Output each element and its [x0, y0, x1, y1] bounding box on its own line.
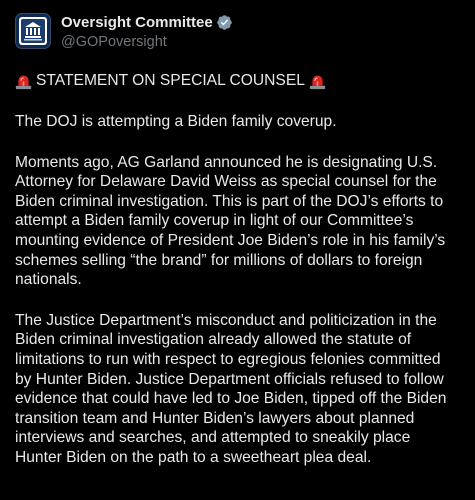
- siren-emoji-icon: [15, 73, 32, 90]
- display-name[interactable]: Oversight Committee: [61, 14, 213, 31]
- heading-text: STATEMENT ON SPECIAL COUNSEL: [36, 72, 305, 90]
- tweet-header: Oversight Committee @GOPoversight: [15, 0, 459, 63]
- siren-emoji-icon: [309, 73, 326, 90]
- account-handle[interactable]: @GOPoversight: [61, 34, 233, 50]
- name-row: Oversight Committee: [61, 13, 233, 32]
- committee-seal-icon[interactable]: [15, 13, 51, 49]
- paragraph-3: The Justice Department’s misconduct and …: [15, 311, 447, 466]
- paragraph-2: Moments ago, AG Garland announced he is …: [15, 153, 446, 289]
- statement-heading: STATEMENT ON SPECIAL COUNSEL: [15, 71, 459, 91]
- tweet-body: STATEMENT ON SPECIAL COUNSEL The DOJ is …: [15, 71, 459, 468]
- tweet-card: Oversight Committee @GOPoversight STATEM…: [0, 0, 475, 500]
- account-names: Oversight Committee @GOPoversight: [61, 13, 233, 50]
- paragraph-1: The DOJ is attempting a Biden family cov…: [15, 113, 337, 130]
- verified-badge-icon[interactable]: [216, 14, 233, 31]
